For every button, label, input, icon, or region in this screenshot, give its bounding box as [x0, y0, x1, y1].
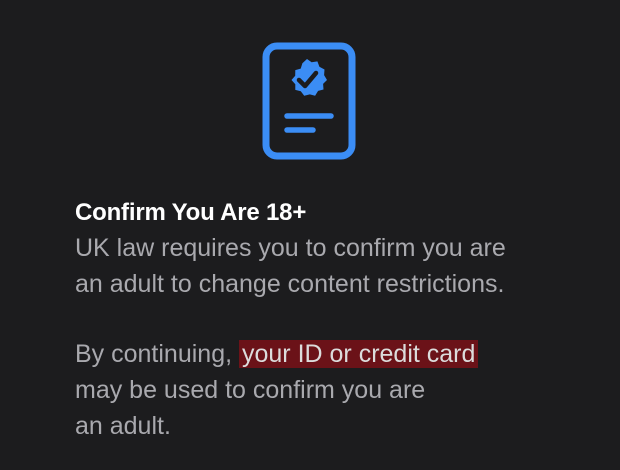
highlighted-id-text: your ID or credit card — [239, 340, 479, 368]
notice-line-2: may be used to confirm you are — [75, 376, 426, 404]
page-title: Confirm You Are 18+ — [75, 199, 307, 226]
notice-prefix: By continuing, — [75, 340, 239, 368]
message-content: Confirm You Are 18+ UK law requires you … — [75, 196, 595, 444]
notice-line-1: By continuing, your ID or credit card — [75, 336, 595, 372]
intro-line-2: an adult to change content restrictions. — [75, 270, 505, 298]
age-verification-screen: Confirm You Are 18+ UK law requires you … — [0, 0, 620, 470]
notice-text: By continuing, your ID or credit card ma… — [75, 336, 595, 444]
intro-text: UK law requires you to confirm you are a… — [75, 230, 595, 302]
intro-line-1: UK law requires you to confirm you are — [75, 234, 506, 262]
verified-id-document-icon — [262, 42, 356, 160]
notice-line-3: an adult. — [75, 412, 171, 440]
